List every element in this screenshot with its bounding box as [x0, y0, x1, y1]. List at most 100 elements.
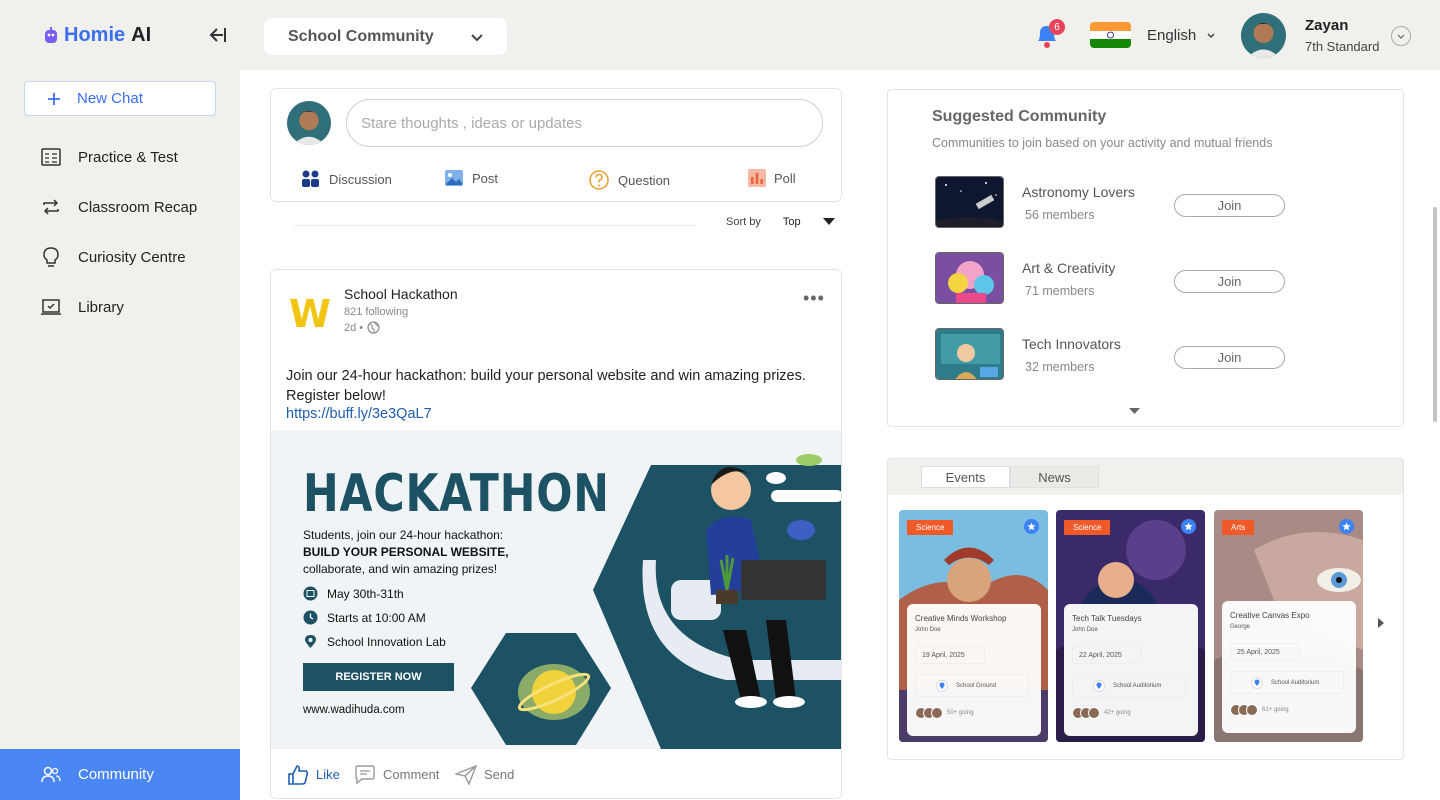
join-button[interactable]: Join: [1174, 194, 1285, 217]
comment-button[interactable]: Comment: [354, 764, 439, 785]
plus-icon: [48, 92, 60, 105]
sidebar-item-label: Curiosity Centre: [78, 248, 186, 266]
event-location-text: School Auditorium: [1113, 682, 1162, 689]
banner-website: www.wadihuda.com: [303, 704, 405, 716]
community-members: 32 members: [1025, 360, 1095, 374]
community-item: Astronomy Lovers 56 members Join: [935, 176, 1385, 228]
community-members: 71 members: [1025, 284, 1095, 298]
star-icon[interactable]: [1181, 519, 1196, 534]
events-panel: Events News Science Creative Minds Works…: [887, 458, 1404, 760]
community-name[interactable]: Tech Innovators: [1022, 336, 1121, 352]
composer-input[interactable]: Stare thoughts , ideas or updates: [346, 99, 823, 147]
next-arrow-icon[interactable]: [1377, 616, 1385, 634]
event-location: School Auditorium: [1072, 674, 1186, 697]
robot-icon: [45, 26, 57, 43]
app-logo[interactable]: Homie AI: [44, 24, 151, 47]
india-flag-icon[interactable]: [1090, 22, 1131, 48]
hackathon-banner-image[interactable]: HACKATHON Students, join our 24-hour hac…: [271, 430, 841, 749]
sidebar-item-label: Classroom Recap: [78, 198, 198, 216]
community-members: 56 members: [1025, 208, 1095, 222]
post-time-label: 2d •: [344, 321, 364, 334]
suggested-community-panel: Suggested Community Communities to join …: [887, 89, 1404, 427]
sidebar-item-label: Practice & Test: [78, 148, 178, 166]
notification-count-badge: 6: [1049, 19, 1065, 35]
events-tab-bar: Events News: [888, 459, 1403, 495]
laptop-check-icon: [41, 299, 61, 315]
discussion-label: Discussion: [329, 171, 392, 187]
community-name[interactable]: Astronomy Lovers: [1022, 184, 1135, 200]
page-scrollbar[interactable]: [1433, 207, 1437, 422]
event-details: Creative Minds Workshop John Doe 19 Apri…: [907, 604, 1041, 736]
sidebar-item-library[interactable]: Library: [40, 296, 124, 318]
new-chat-button[interactable]: New Chat: [24, 81, 216, 116]
community-item: Art & Creativity 71 members Join: [935, 252, 1385, 304]
question-button[interactable]: Question: [588, 169, 670, 191]
logo-text-homie: Homie: [64, 24, 126, 46]
thumbs-up-icon: [288, 764, 309, 785]
user-avatar[interactable]: [1241, 13, 1286, 58]
event-date: 19 April, 2025: [915, 646, 985, 664]
send-button[interactable]: Send: [455, 764, 514, 785]
banner-location-text: School Innovation Lab: [327, 634, 446, 649]
question-icon: [589, 170, 609, 190]
post-time: 2d •: [344, 321, 380, 334]
star-icon[interactable]: [1024, 519, 1039, 534]
tab-events[interactable]: Events: [921, 466, 1010, 488]
event-going-count: 61+ going: [1262, 707, 1289, 713]
star-icon[interactable]: [1339, 519, 1354, 534]
suggested-title: Suggested Community: [932, 108, 1107, 125]
user-menu-chevron-icon[interactable]: [1391, 26, 1411, 46]
event-card[interactable]: Science Creative Minds Workshop John Doe…: [899, 510, 1048, 742]
post-link[interactable]: https://buff.ly/3e3QaL7: [286, 406, 432, 422]
post-button[interactable]: Post: [444, 169, 498, 187]
like-button[interactable]: Like: [287, 764, 340, 786]
like-label: Like: [316, 767, 340, 782]
sidebar-item-label: Community: [78, 766, 154, 783]
location-pin-icon: [1251, 677, 1263, 689]
banner-date: May 30th-31th: [303, 586, 404, 601]
community-name[interactable]: Art & Creativity: [1022, 260, 1115, 276]
logo-text-ai: AI: [131, 24, 152, 46]
globe-icon: [367, 321, 380, 334]
event-card[interactable]: Arts Creative Canvas Expo George 25 Apri…: [1214, 510, 1363, 742]
sidebar: New Chat Practice & Test Classroom Recap…: [0, 70, 240, 800]
sidebar-item-practice-test[interactable]: Practice & Test: [40, 146, 178, 168]
sort-value: Top: [782, 216, 801, 228]
event-attendees: 50+ going: [915, 707, 974, 719]
event-category-tag: Science: [907, 520, 954, 535]
event-card[interactable]: Science Tech Talk Tuesdays John Doe 22 A…: [1056, 510, 1205, 742]
user-name: Zayan: [1305, 17, 1349, 34]
show-more-caret-icon[interactable]: [1129, 402, 1140, 420]
language-selector[interactable]: English: [1147, 27, 1216, 44]
sidebar-item-community[interactable]: Community: [0, 749, 240, 800]
post-more-options-icon[interactable]: •••: [803, 288, 825, 309]
register-now-button[interactable]: REGISTER NOW: [303, 663, 454, 691]
test-sheet-icon: [41, 148, 61, 166]
chevron-down-icon: [1207, 32, 1215, 38]
location-pin-icon: [305, 635, 316, 648]
sort-control[interactable]: Sort by Top: [726, 216, 835, 228]
attendee-avatars: [1230, 704, 1258, 716]
new-chat-label: New Chat: [77, 90, 143, 107]
banner-line-2: BUILD YOUR PERSONAL WEBSITE,: [303, 544, 563, 561]
sidebar-item-classroom-recap[interactable]: Classroom Recap: [40, 196, 197, 218]
join-button[interactable]: Join: [1174, 346, 1285, 369]
event-going-count: 42+ going: [1104, 710, 1131, 716]
event-date: 22 April, 2025: [1072, 646, 1142, 664]
banner-subtitle: Students, join our 24-hour hackathon: BU…: [303, 527, 563, 578]
post-author[interactable]: School Hackathon: [344, 286, 458, 302]
join-button[interactable]: Join: [1174, 270, 1285, 293]
astronomy-thumbnail[interactable]: [935, 176, 1004, 228]
art-creativity-thumbnail[interactable]: [935, 252, 1004, 304]
tab-news[interactable]: News: [1010, 466, 1099, 488]
event-organizer: George: [1230, 624, 1251, 630]
banner-date-text: May 30th-31th: [327, 586, 404, 601]
sidebar-item-curiosity-centre[interactable]: Curiosity Centre: [40, 246, 186, 268]
event-details: Creative Canvas Expo George 25 April, 20…: [1222, 601, 1356, 733]
feed-divider: [295, 225, 695, 226]
poll-button[interactable]: Poll: [748, 169, 796, 187]
community-dropdown[interactable]: School Community: [264, 18, 507, 55]
tech-innovators-thumbnail[interactable]: [935, 328, 1004, 380]
collapse-sidebar-icon[interactable]: [206, 24, 228, 51]
discussion-button[interactable]: Discussion: [301, 169, 392, 189]
